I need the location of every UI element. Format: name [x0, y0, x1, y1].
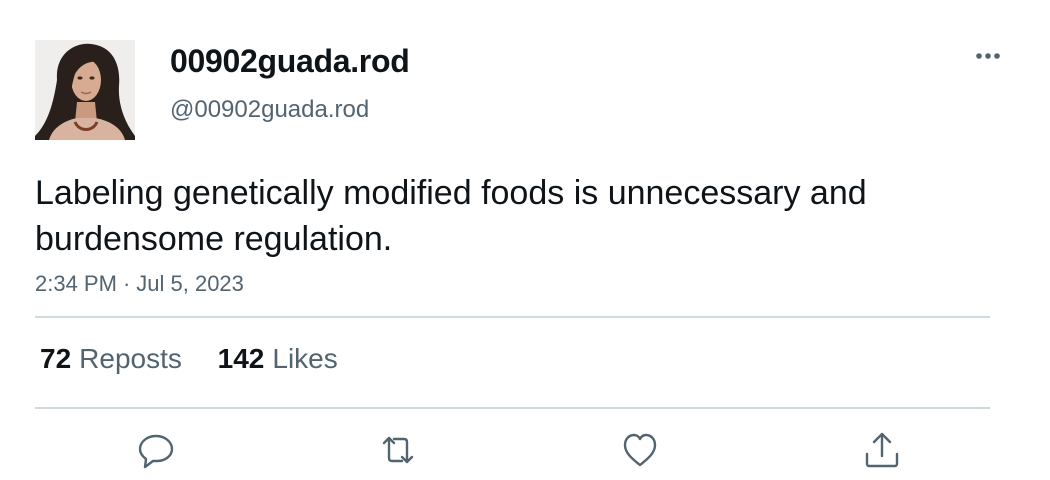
- reposts-label: Reposts: [79, 343, 182, 374]
- user-handle[interactable]: @00902guada.rod: [170, 96, 369, 124]
- more-options-button[interactable]: [968, 40, 1008, 72]
- like-button[interactable]: [620, 430, 660, 470]
- avatar-photo: [35, 40, 135, 140]
- post-text: Labeling genetically modified foods is u…: [35, 174, 867, 258]
- share-icon: [865, 432, 899, 468]
- likes-count: 142: [217, 343, 265, 374]
- more-icon: [976, 53, 1000, 59]
- divider: [35, 316, 990, 318]
- reply-button[interactable]: [136, 430, 176, 470]
- divider: [35, 407, 990, 409]
- avatar[interactable]: [35, 40, 135, 140]
- likes-stat[interactable]: 142 Likes: [218, 343, 338, 375]
- likes-label: Likes: [272, 343, 338, 374]
- reposts-count: 72: [40, 343, 72, 374]
- post-date: Jul 5, 2023: [136, 271, 244, 296]
- display-name[interactable]: 00902guada.rod: [170, 43, 410, 80]
- repost-button[interactable]: [378, 430, 418, 470]
- tweet-card: 00902guada.rod @00902guada.rod Labeling …: [0, 0, 1050, 480]
- repost-icon: [382, 436, 414, 464]
- reply-icon: [138, 434, 174, 469]
- post-time: 2:34 PM: [35, 271, 117, 296]
- reposts-stat[interactable]: 72 Reposts: [40, 343, 182, 375]
- timestamp-separator: ·: [122, 271, 131, 296]
- share-button[interactable]: [862, 430, 902, 470]
- post-timestamp[interactable]: 2:34 PM · Jul 5, 2023: [35, 271, 244, 297]
- engagement-stats: 72 Reposts 142 Likes: [40, 343, 366, 375]
- like-icon: [623, 433, 657, 467]
